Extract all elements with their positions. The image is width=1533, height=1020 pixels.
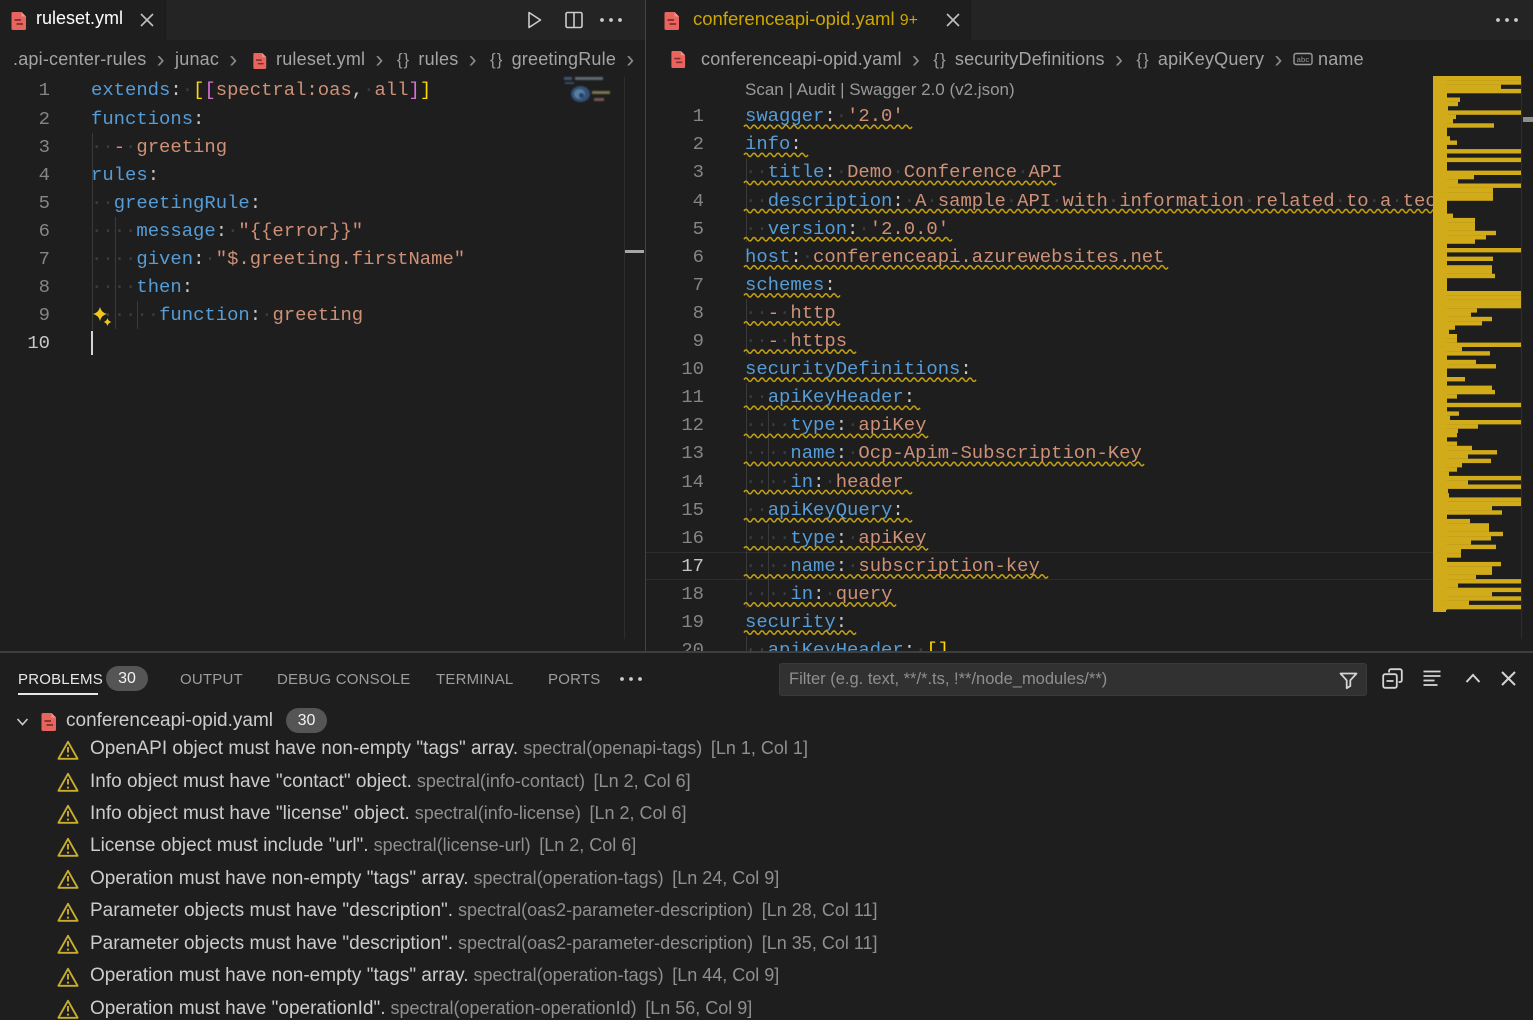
svg-text:abc: abc (1296, 55, 1309, 64)
